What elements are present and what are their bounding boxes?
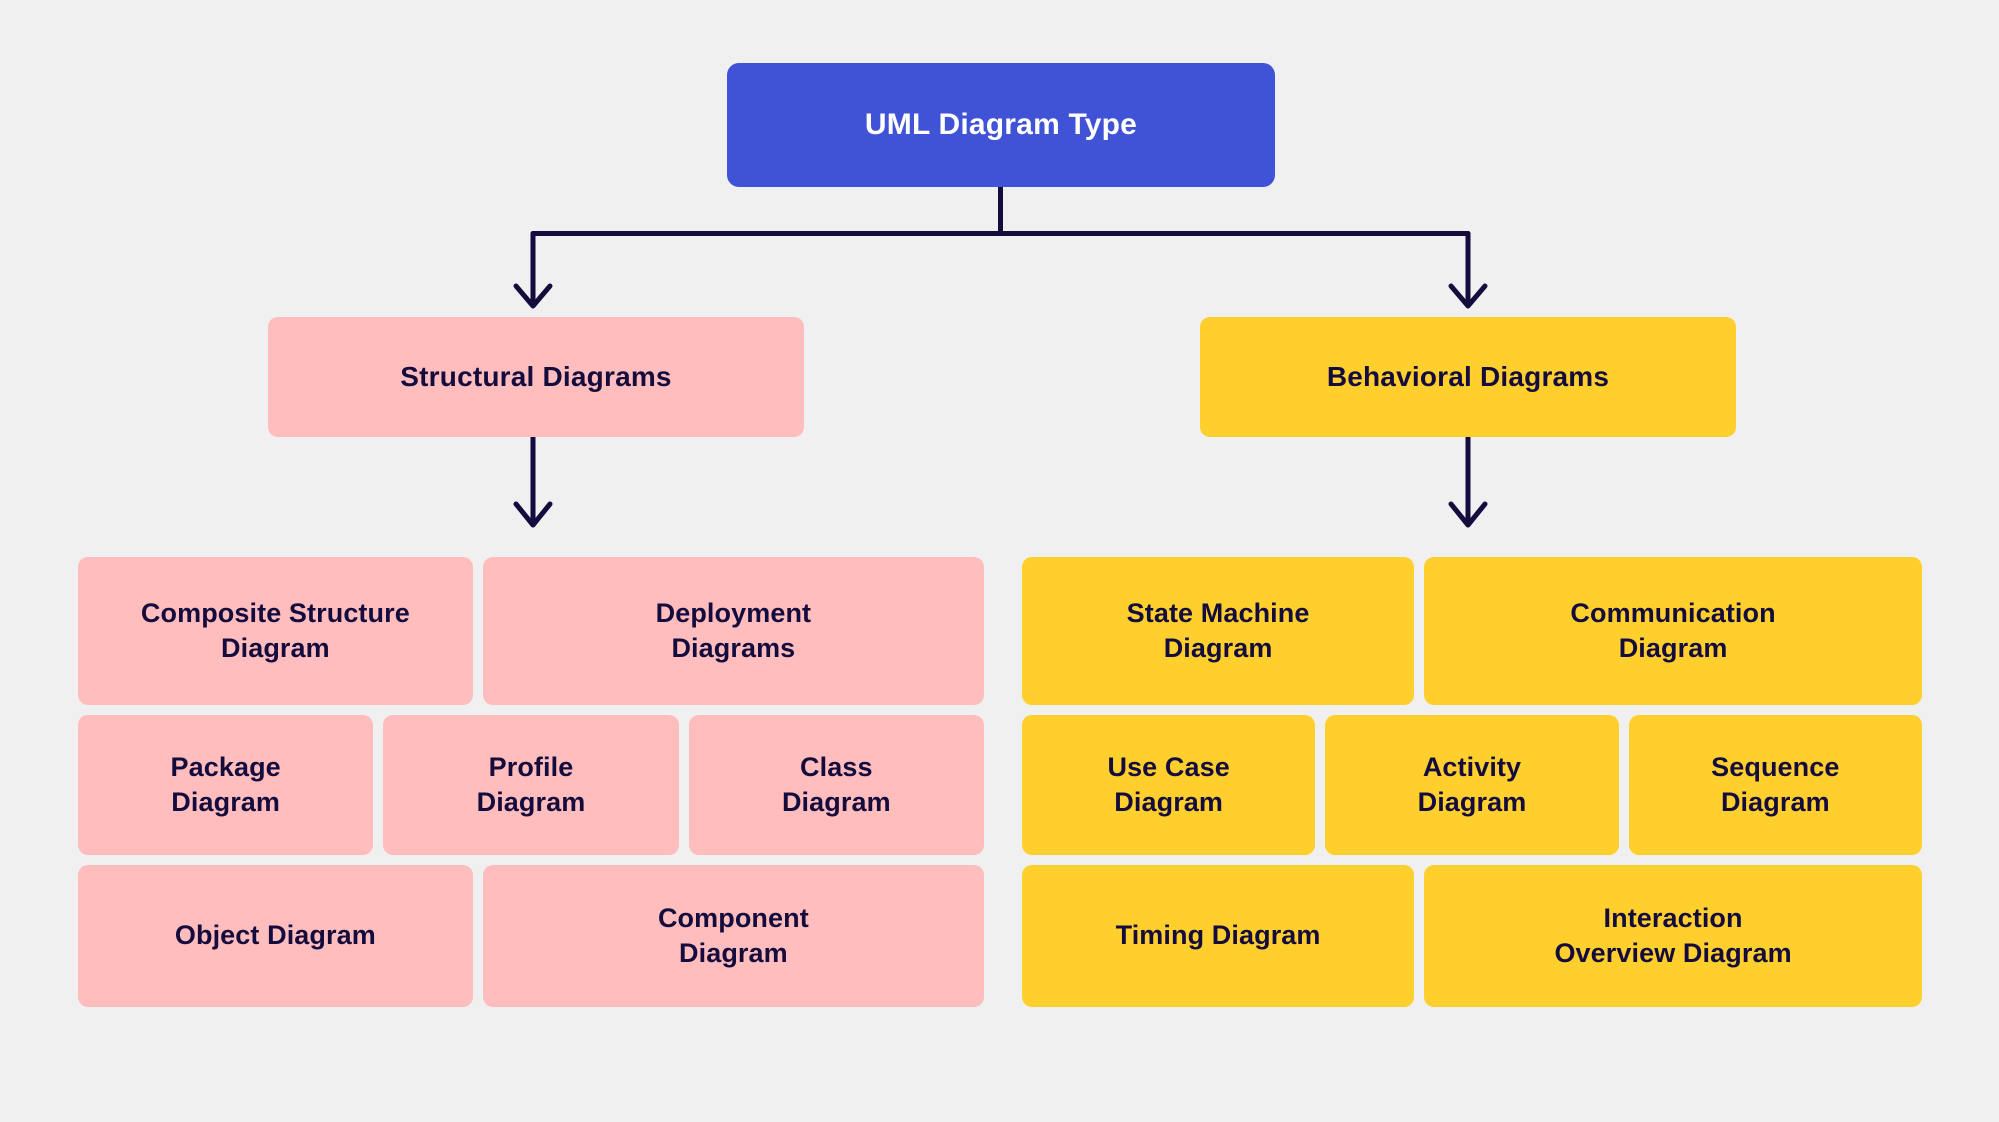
- arrowhead-behavioral: [1448, 283, 1488, 309]
- structural-leaf-row: Package Diagram Profile Diagram Class Diag…: [78, 715, 984, 855]
- node-root[interactable]: UML Diagram Type: [727, 63, 1275, 187]
- behavioral-leaf-item[interactable]: Interaction Overview Diagram: [1424, 865, 1922, 1007]
- arrowhead-structural: [513, 283, 553, 309]
- node-behavioral-diagrams[interactable]: Behavioral Diagrams: [1200, 317, 1736, 437]
- behavioral-leaf-item[interactable]: Use Case Diagram: [1022, 715, 1316, 855]
- behavioral-leaf-row: Timing Diagram Interaction Overview Diagr…: [1022, 865, 1922, 1007]
- arrowhead-behavioral-leaves: [1448, 501, 1488, 528]
- structural-leaf-item[interactable]: Class Diagram: [688, 715, 984, 855]
- behavioral-leaf-grid: State Machine Diagram Communication Diagr…: [1022, 557, 1922, 1007]
- behavioral-leaf-item[interactable]: Communication Diagram: [1424, 557, 1922, 705]
- structural-leaf-item[interactable]: Profile Diagram: [383, 715, 679, 855]
- uml-diagram-canvas: UML Diagram Type Structural Diagrams Beh…: [0, 0, 1999, 1122]
- structural-leaf-row: Composite Structure Diagram Deployment Di…: [78, 557, 984, 705]
- arrowhead-structural-leaves: [513, 501, 553, 528]
- behavioral-leaf-item[interactable]: Sequence Diagram: [1628, 715, 1922, 855]
- structural-leaf-item[interactable]: Composite Structure Diagram: [78, 557, 473, 705]
- structural-leaf-item[interactable]: Package Diagram: [78, 715, 374, 855]
- behavioral-leaf-item[interactable]: Timing Diagram: [1022, 865, 1415, 1007]
- behavioral-leaf-item[interactable]: State Machine Diagram: [1022, 557, 1415, 705]
- structural-leaf-item[interactable]: Object Diagram: [78, 865, 473, 1007]
- behavioral-leaf-item[interactable]: Activity Diagram: [1325, 715, 1619, 855]
- node-structural-diagrams[interactable]: Structural Diagrams: [268, 317, 804, 437]
- structural-leaf-item[interactable]: Deployment Diagrams: [482, 557, 984, 705]
- behavioral-leaf-row: State Machine Diagram Communication Diagr…: [1022, 557, 1922, 705]
- structural-leaf-item[interactable]: Component Diagram: [482, 865, 984, 1007]
- behavioral-leaf-row: Use Case Diagram Activity Diagram Sequence…: [1022, 715, 1922, 855]
- structural-leaf-grid: Composite Structure Diagram Deployment Di…: [78, 557, 984, 1007]
- structural-leaf-row: Object Diagram Component Diagram: [78, 865, 984, 1007]
